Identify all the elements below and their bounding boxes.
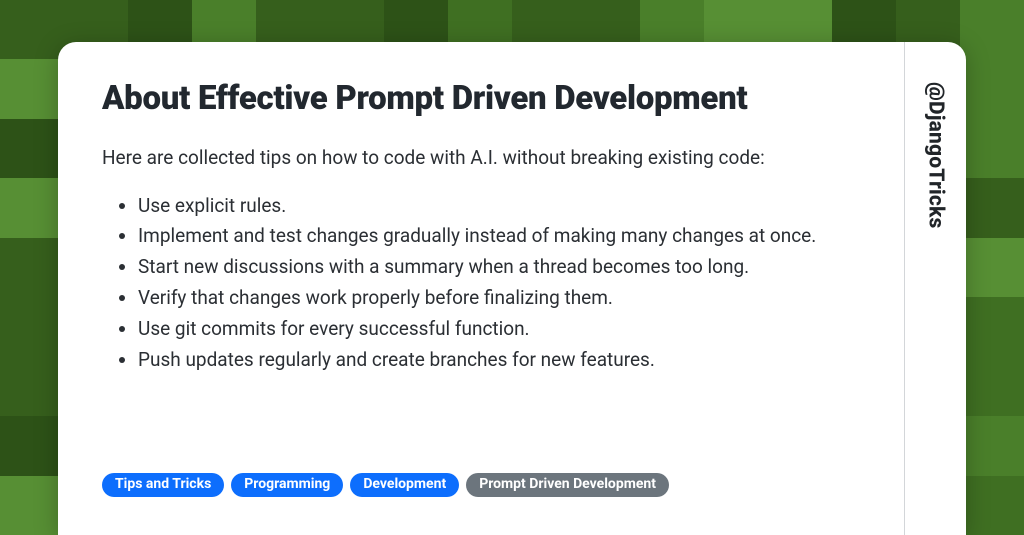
tips-list-item: Use git commits for every successful fun… [138,315,864,344]
tips-list-item: Implement and test changes gradually ins… [138,222,864,251]
tag-prompt-driven-development[interactable]: Prompt Driven Development [466,473,669,498]
page-title: About Effective Prompt Driven Developmen… [102,80,864,119]
tag-tips-and-tricks[interactable]: Tips and Tricks [102,473,224,498]
author-handle: @DjangoTricks [924,82,948,229]
tips-list: Use explicit rules.Implement and test ch… [102,192,864,377]
tag-programming[interactable]: Programming [231,473,343,498]
tag-row: Tips and Tricks Programming Development Pro… [102,473,864,506]
tips-list-item: Start new discussions with a summary whe… [138,253,864,282]
content-card: About Effective Prompt Driven Developmen… [58,42,966,535]
intro-text: Here are collected tips on how to code w… [102,145,864,172]
tips-list-item: Verify that changes work properly before… [138,284,864,313]
card-main: About Effective Prompt Driven Developmen… [58,42,904,535]
tag-development[interactable]: Development [350,473,459,498]
tips-list-item: Use explicit rules. [138,192,864,221]
tips-list-item: Push updates regularly and create branch… [138,346,864,375]
side-rail: @DjangoTricks [904,42,966,535]
